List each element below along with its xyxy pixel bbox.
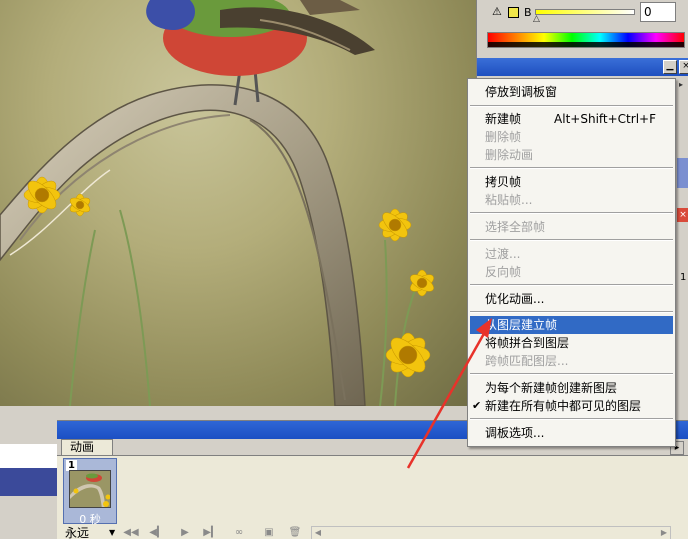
menu-separator bbox=[470, 418, 673, 420]
shortcut-label: Alt+Shift+Ctrl+F bbox=[554, 112, 656, 126]
menu-item-copy-frame[interactable]: 拷贝帧 bbox=[470, 173, 673, 191]
tween-icon[interactable]: ∞ bbox=[231, 526, 247, 539]
frames-area: 1 0 秒 永远 ▼ ◀◀ ◀▎ ▶ ▶▎ ∞ ▣ 🗑 ◀ ▶ bbox=[57, 455, 688, 539]
image-canvas[interactable] bbox=[0, 0, 476, 406]
menu-item-flatten-frames-into-layers[interactable]: 将帧拼合到图层 bbox=[470, 334, 673, 352]
duplicate-frame-icon[interactable]: ▣ bbox=[261, 526, 277, 539]
menu-item-select-all-frames[interactable]: 选择全部帧 bbox=[470, 218, 673, 236]
menu-separator bbox=[470, 239, 673, 241]
close-icon[interactable]: × bbox=[679, 60, 688, 74]
menu-separator bbox=[470, 167, 673, 169]
color-swatch[interactable] bbox=[508, 7, 519, 18]
animation-frame[interactable]: 1 0 秒 bbox=[63, 458, 117, 526]
menu-item-create-new-layer-each-frame[interactable]: 为每个新建帧创建新图层 bbox=[470, 379, 673, 397]
loop-select[interactable]: 永远 bbox=[65, 525, 89, 539]
checkmark-icon: ✔ bbox=[472, 399, 482, 412]
animation-toolbar: 永远 ▼ ◀◀ ◀▎ ▶ ▶▎ ∞ ▣ 🗑 ◀ ▶ bbox=[57, 525, 688, 539]
first-frame-icon[interactable]: ◀◀ bbox=[123, 526, 139, 539]
menu-item-new-layers-visible-all-frames[interactable]: ✔ 新建在所有帧中都可见的图层 bbox=[470, 397, 673, 415]
menu-item-tween[interactable]: 过渡... bbox=[470, 245, 673, 263]
left-bottom-area bbox=[0, 406, 57, 539]
menu-separator bbox=[470, 311, 673, 313]
minimize-icon[interactable]: ▁ bbox=[663, 60, 677, 74]
menu-separator bbox=[470, 284, 673, 286]
menu-item-new-frame[interactable]: 新建帧 Alt+Shift+Ctrl+F bbox=[470, 110, 673, 128]
close-palette-icon[interactable]: × bbox=[677, 208, 688, 222]
menu-separator bbox=[470, 105, 673, 107]
status-area bbox=[0, 444, 57, 468]
frame-thumbnail bbox=[69, 470, 111, 508]
menu-item-reverse-frames[interactable]: 反向帧 bbox=[470, 263, 673, 281]
menu-item-make-frames-from-layers[interactable]: 从图层建立帧 bbox=[470, 316, 673, 334]
menu-separator bbox=[470, 212, 673, 214]
menu-item-match-layer-across-frames[interactable]: 跨帧匹配图层... bbox=[470, 352, 673, 370]
scroll-left-icon[interactable]: ◀ bbox=[312, 527, 324, 539]
menu-item-optimize-animation[interactable]: 优化动画... bbox=[470, 290, 673, 308]
menu-item-delete-animation[interactable]: 删除动画 bbox=[470, 146, 673, 164]
palette-menu-arrow-icon[interactable]: ▸ bbox=[679, 80, 688, 92]
play-icon[interactable]: ▶ bbox=[177, 526, 193, 539]
tab-animation[interactable]: 动画 bbox=[61, 439, 113, 455]
channel-label: B bbox=[524, 6, 532, 19]
menu-separator bbox=[470, 373, 673, 375]
channel-value-input[interactable]: 0 bbox=[640, 2, 676, 22]
animation-context-menu: 停放到调板窗 新建帧 Alt+Shift+Ctrl+F 删除帧 删除动画 拷贝帧 … bbox=[467, 78, 676, 447]
next-frame-icon[interactable]: ▶▎ bbox=[203, 526, 219, 539]
menu-item-dock[interactable]: 停放到调板窗 bbox=[470, 83, 673, 101]
trash-icon[interactable]: 🗑 bbox=[287, 526, 303, 539]
previous-frame-icon[interactable]: ◀▎ bbox=[149, 526, 165, 539]
channel-slider[interactable] bbox=[535, 9, 635, 15]
menu-item-palette-options[interactable]: 调板选项... bbox=[470, 424, 673, 442]
scroll-right-icon[interactable]: ▶ bbox=[658, 527, 670, 539]
warning-triangle-icon[interactable]: ⚠ bbox=[492, 6, 504, 18]
menu-item-paste-frame[interactable]: 粘贴帧... bbox=[470, 191, 673, 209]
chevron-down-icon[interactable]: ▼ bbox=[109, 525, 115, 539]
palette-scrollbar[interactable] bbox=[677, 158, 688, 188]
bird-on-branch-photo bbox=[0, 0, 434, 406]
side-number: 1 bbox=[680, 272, 687, 283]
taskbar-fragment bbox=[0, 468, 57, 496]
color-spectrum[interactable] bbox=[487, 32, 685, 48]
frames-scrollbar[interactable]: ◀ ▶ bbox=[311, 526, 671, 539]
palette-title-bar[interactable] bbox=[477, 58, 688, 76]
slider-thumb-icon[interactable]: △ bbox=[533, 14, 540, 24]
color-palette: ⚠ B △ 0 bbox=[477, 0, 688, 56]
menu-item-delete-frame[interactable]: 删除帧 bbox=[470, 128, 673, 146]
